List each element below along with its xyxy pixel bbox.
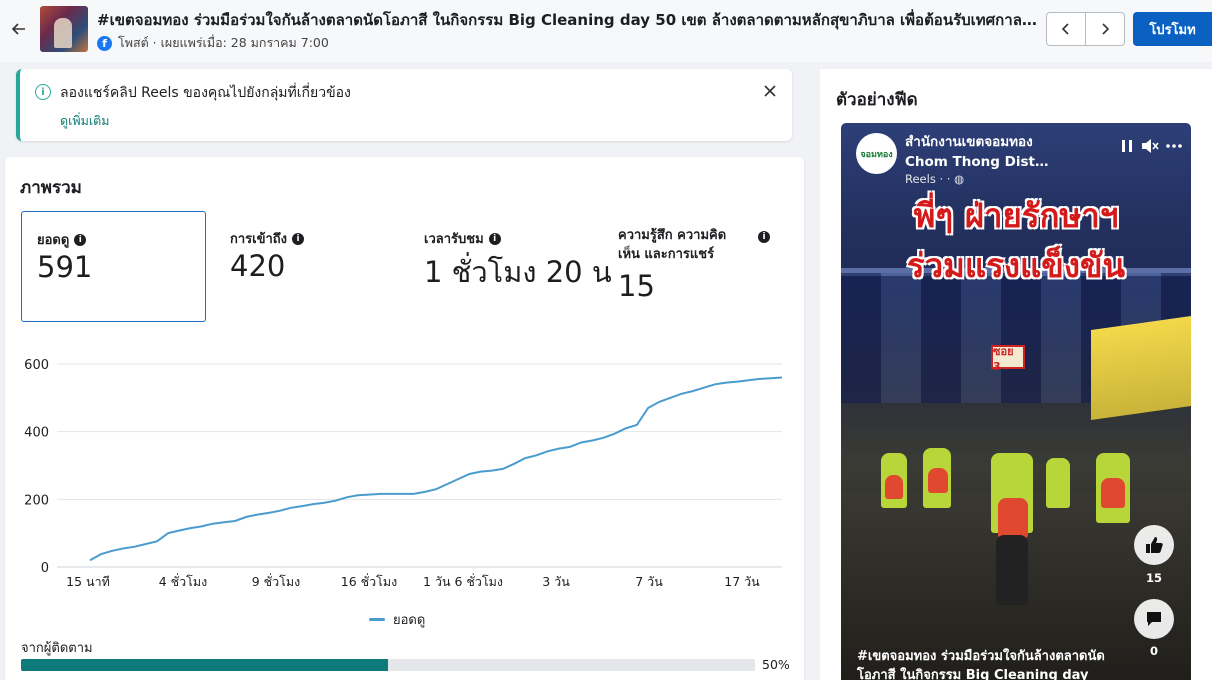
- y-tick-label: 0: [41, 561, 49, 576]
- views-line-chart: 0 200 400 600 15 นาที 4 ชั่วโมง 9 ชั่วโมง 16 ชั…: [24, 358, 783, 589]
- previous-post-button[interactable]: [1046, 12, 1086, 46]
- info-icon[interactable]: i: [488, 232, 501, 245]
- x-tick-label: 16 ชั่วโมง: [341, 573, 397, 589]
- metric-watch-time-label: เวลารับชม: [424, 232, 484, 247]
- video-text-overlay-1: พี่ๆ ฝ่ายรักษาฯ: [913, 196, 1119, 235]
- more-dots-icon: [1166, 144, 1182, 148]
- post-title: #เขตจอมทอง ร่วมมือร่วมใจกันล้างตลาดนัดโอ…: [97, 11, 1037, 29]
- metric-reach[interactable]: การเข้าถึง i 420: [215, 211, 400, 322]
- metric-views-value: 591: [37, 250, 93, 284]
- followers-progress-bar: [21, 659, 755, 671]
- reel-caption: #เขตจอมทอง ร่วมมือร่วมใจกันล้างตลาดนัดโอ…: [857, 649, 1105, 680]
- chevron-right-icon: [1102, 23, 1110, 35]
- metric-reach-label: การเข้าถึง: [230, 232, 288, 247]
- banner-message: ลองแชร์คลิป Reels ของคุณไปยังกลุ่มที่เกี…: [60, 85, 351, 101]
- arrow-left-icon: [11, 23, 25, 35]
- info-icon[interactable]: i: [758, 231, 770, 243]
- chevron-left-icon: [1061, 23, 1069, 35]
- followers-percent: 50%: [762, 657, 790, 672]
- page-name[interactable]: สำนักงานเขตจอมทอง Chom Thong District Of…: [905, 132, 1065, 172]
- next-post-button[interactable]: [1085, 12, 1125, 46]
- video-text-overlay-2: ร่วมแรงแข็งขัน: [906, 246, 1126, 285]
- globe-icon: ◍: [954, 172, 965, 186]
- x-tick-label: 1 วัน 6 ชั่วโมง: [423, 573, 503, 589]
- overview-title: ภาพรวม: [20, 178, 82, 198]
- market-sign: ซอย 3: [991, 345, 1025, 373]
- metric-watch-time[interactable]: เวลารับชม i 1 ชั่วโมง 20 น: [409, 211, 612, 322]
- mute-button[interactable]: [1141, 137, 1159, 155]
- comment-button[interactable]: [1134, 599, 1174, 639]
- more-options-button[interactable]: [1165, 137, 1183, 155]
- metric-watch-time-value: 1 ชั่วโมง 20 น: [424, 255, 612, 289]
- x-tick-label: 17 วัน: [724, 574, 760, 589]
- close-icon: [764, 85, 776, 97]
- legend-swatch: [369, 618, 385, 621]
- comment-icon: [1147, 612, 1161, 626]
- see-more-link[interactable]: ดูเพิ่มเติม: [60, 111, 110, 131]
- pause-button[interactable]: [1118, 137, 1136, 155]
- metric-engagement[interactable]: ความรู้สึก ความคิดเห็น และการแชร์ i 15: [603, 211, 788, 322]
- y-tick-label: 400: [24, 426, 49, 441]
- share-reels-banner: i ลองแชร์คลิป Reels ของคุณไปยังกลุ่มที่เ…: [16, 69, 792, 141]
- like-button[interactable]: [1134, 525, 1174, 565]
- post-thumbnail: [40, 6, 88, 52]
- facebook-icon: f: [97, 35, 112, 51]
- info-icon: i: [35, 84, 51, 100]
- page-avatar[interactable]: จอมทอง: [856, 133, 897, 174]
- metric-views-label: ยอดดู: [37, 233, 70, 248]
- post-publish-info: โพสต์ · เผยแพร่เมื่อ: 28 มกราคม 7:00: [118, 35, 329, 50]
- comment-count: 0: [1149, 644, 1158, 658]
- y-tick-label: 600: [24, 358, 49, 373]
- metric-engagement-label: ความรู้สึก ความคิดเห็น และการแชร์: [618, 228, 727, 262]
- page-header: #เขตจอมทอง ร่วมมือร่วมใจกันล้างตลาดนัดโอ…: [0, 0, 1212, 62]
- x-tick-label: 7 วัน: [635, 574, 663, 589]
- preview-title: ตัวอย่างฟีด: [836, 90, 918, 110]
- info-icon[interactable]: i: [74, 233, 87, 246]
- x-tick-label: 15 นาที: [66, 574, 110, 589]
- x-tick-label: 9 ชั่วโมง: [252, 573, 301, 589]
- followers-progress-fill: [21, 659, 388, 671]
- x-tick-label: 4 ชั่วโมง: [159, 573, 208, 589]
- feed-preview-panel: ตัวอย่างฟีด ซอย 3 พี่ๆ ฝ่ายรักษาฯ ร่วมแร…: [820, 69, 1212, 680]
- like-count: 15: [1145, 571, 1162, 585]
- series-line-views: [89, 376, 783, 562]
- chart-legend: ยอดดู: [369, 609, 425, 630]
- x-tick-label: 3 วัน: [542, 574, 570, 589]
- legend-label: ยอดดู: [393, 613, 426, 628]
- promote-button[interactable]: โปรโมท: [1133, 12, 1212, 46]
- reel-meta: Reels · · ◍: [905, 172, 965, 186]
- y-tick-label: 200: [24, 493, 49, 508]
- info-icon[interactable]: i: [292, 232, 305, 245]
- post-subtitle: f โพสต์ · เผยแพร่เมื่อ: 28 มกราคม 7:00: [97, 33, 329, 53]
- thumbs-up-icon: [1146, 537, 1163, 553]
- metric-reach-value: 420: [230, 249, 286, 283]
- close-banner-button[interactable]: [760, 81, 780, 101]
- followers-label: จากผู้ติดตาม: [21, 641, 93, 656]
- pause-icon: [1122, 140, 1132, 152]
- speaker-muted-icon: [1142, 139, 1159, 153]
- reel-video-preview[interactable]: ซอย 3 พี่ๆ ฝ่ายรักษาฯ ร่วมแรงแข็งขัน จอม…: [841, 123, 1191, 680]
- back-button[interactable]: [8, 18, 30, 40]
- metric-engagement-value: 15: [618, 269, 655, 303]
- metric-views[interactable]: ยอดดู i 591: [21, 211, 206, 322]
